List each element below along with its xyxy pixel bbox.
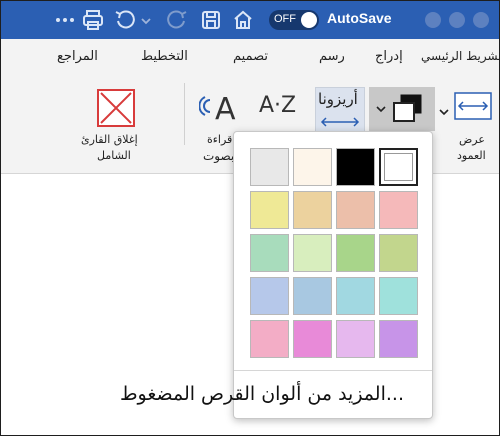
- color-swatch[interactable]: [379, 191, 418, 229]
- color-swatch[interactable]: [250, 148, 289, 186]
- color-swatch[interactable]: [379, 320, 418, 358]
- color-swatch[interactable]: [293, 148, 332, 186]
- close-immersive-reader-icon[interactable]: [97, 89, 135, 127]
- window-minimize-dot[interactable]: [449, 12, 465, 28]
- column-width-icon[interactable]: [453, 89, 493, 123]
- column-width-dropdown-icon[interactable]: [438, 103, 450, 116]
- tab-references[interactable]: المراجع: [57, 49, 98, 64]
- autosave-toggle-label: OFF: [274, 13, 296, 25]
- tab-design[interactable]: تصميم: [233, 49, 268, 64]
- ribbon-tabs: المراجع التخطيط تصميم رسم إدراج الشريط ا…: [1, 39, 499, 75]
- color-swatch[interactable]: [293, 277, 332, 315]
- window-close-dot[interactable]: [425, 12, 441, 28]
- page-color-icon: [391, 93, 423, 125]
- read-aloud-label-2: بصوت: [203, 149, 235, 163]
- color-swatch[interactable]: [336, 320, 375, 358]
- window: OFF AutoSave المراجع التخطيط تصميم رسم إ…: [0, 0, 500, 436]
- tab-layout[interactable]: التخطيط: [141, 49, 188, 64]
- dropdown-chevron-icon: [374, 101, 388, 115]
- color-swatch[interactable]: [293, 191, 332, 229]
- column-width-label-2: العمود: [457, 149, 486, 162]
- autosave-toggle[interactable]: OFF: [269, 10, 319, 30]
- more-page-colors-button[interactable]: المزيد من ألوان القرص المضغوط...: [120, 370, 432, 419]
- text-direction-label: أريزونا: [318, 90, 358, 108]
- color-swatch[interactable]: [379, 234, 418, 272]
- text-spacing-icon[interactable]: A·Z: [259, 93, 296, 118]
- color-swatch[interactable]: [250, 320, 289, 358]
- color-swatch[interactable]: [293, 234, 332, 272]
- close-reader-label: إغلاق القارئ: [81, 133, 138, 146]
- color-swatch[interactable]: [336, 148, 375, 186]
- more-page-colors-label: المزيد من ألوان القرص المضغوط...: [119, 383, 404, 405]
- more-options-icon[interactable]: [53, 8, 77, 32]
- color-swatch[interactable]: [336, 234, 375, 272]
- window-maximize-dot[interactable]: [473, 12, 489, 28]
- color-swatch[interactable]: [250, 191, 289, 229]
- read-aloud-icon[interactable]: A: [198, 87, 239, 127]
- color-swatch[interactable]: [379, 277, 418, 315]
- color-swatch[interactable]: [336, 277, 375, 315]
- page-color-button[interactable]: [369, 87, 435, 131]
- color-swatch[interactable]: [293, 320, 332, 358]
- text-direction-button[interactable]: أريزونا: [315, 87, 365, 135]
- undo-icon[interactable]: [113, 8, 137, 32]
- color-swatch[interactable]: [250, 277, 289, 315]
- save-icon[interactable]: [199, 8, 223, 32]
- home-icon[interactable]: [231, 8, 255, 32]
- tab-draw[interactable]: رسم: [319, 49, 345, 64]
- double-arrow-icon: [320, 114, 360, 128]
- page-color-popup: المزيد من ألوان القرص المضغوط...: [120, 131, 433, 419]
- tab-insert[interactable]: إدراج: [375, 49, 403, 64]
- column-width-label: عرض: [459, 133, 485, 146]
- print-icon[interactable]: [81, 8, 105, 32]
- color-swatch[interactable]: [250, 234, 289, 272]
- undo-dropdown-icon[interactable]: [139, 8, 153, 32]
- svg-text:A: A: [215, 92, 236, 127]
- ribbon-divider: [184, 83, 185, 145]
- toggle-knob: [301, 12, 317, 28]
- color-swatch[interactable]: [379, 148, 418, 186]
- color-swatch[interactable]: [336, 191, 375, 229]
- tab-home[interactable]: الشريط الرئيسي: [421, 49, 499, 63]
- autosave-label: AutoSave: [327, 10, 392, 26]
- title-bar: OFF AutoSave: [1, 1, 499, 39]
- close-reader-label-2: الشامل: [97, 149, 131, 162]
- redo-icon[interactable]: [165, 8, 189, 32]
- read-aloud-label: قراءة: [207, 133, 233, 146]
